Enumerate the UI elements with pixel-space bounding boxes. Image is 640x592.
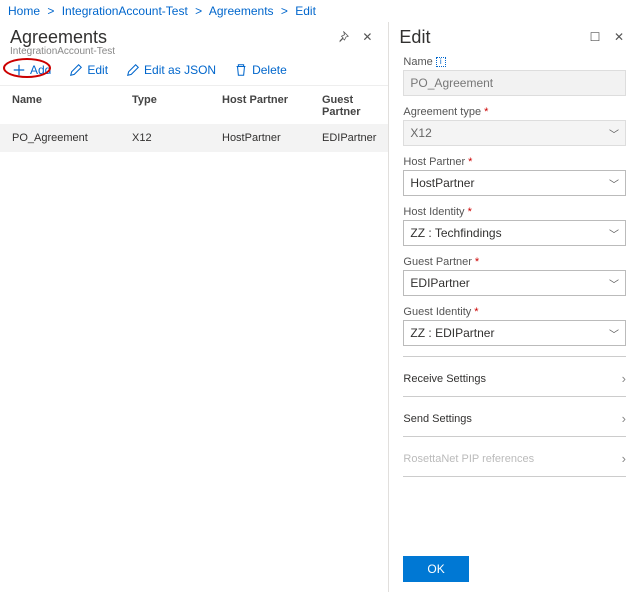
label-agreement-type: Agreement type*	[403, 106, 626, 118]
chevron-right-icon: ›	[622, 451, 626, 466]
table-row[interactable]: PO_Agreement X12 HostPartner EDIPartner	[0, 124, 388, 152]
name-field: PO_Agreement	[403, 70, 626, 96]
cell-type: X12	[132, 132, 222, 144]
agreements-subtitle: IntegrationAccount-Test	[10, 46, 115, 57]
host-partner-select[interactable]: HostPartner ﹀	[403, 170, 626, 196]
chevron-down-icon: ﹀	[609, 126, 619, 141]
chevron-down-icon: ﹀	[609, 226, 619, 241]
breadcrumb-agreements[interactable]: Agreements	[209, 4, 274, 18]
label-name: Name i	[403, 56, 626, 68]
breadcrumb: Home > IntegrationAccount-Test > Agreeme…	[0, 0, 640, 22]
cell-host: HostPartner	[222, 132, 322, 144]
chevron-down-icon: ﹀	[609, 326, 619, 341]
label-guest-partner: Guest Partner*	[403, 256, 626, 268]
send-settings-row[interactable]: Send Settings ›	[403, 397, 626, 437]
maximize-icon[interactable]: ☐	[584, 26, 606, 48]
label-host-identity: Host Identity*	[403, 206, 626, 218]
agreements-toolbar: Add Edit Edit as JSON	[0, 57, 388, 86]
chevron-down-icon: ﹀	[609, 176, 619, 191]
info-icon[interactable]: i	[436, 57, 446, 67]
pin-icon[interactable]	[332, 26, 354, 48]
col-guest[interactable]: Guest Partner	[322, 94, 376, 118]
edit-blade: Edit ☐ ✕ Name i PO_Agreement Agreement t…	[388, 22, 640, 592]
edit-title: Edit	[399, 26, 430, 48]
cell-guest: EDIPartner	[322, 132, 376, 144]
pencil-icon	[69, 63, 83, 77]
label-host-partner: Host Partner*	[403, 156, 626, 168]
agreement-type-select: X12 ﹀	[403, 120, 626, 146]
delete-button[interactable]: Delete	[226, 59, 295, 81]
breadcrumb-edit[interactable]: Edit	[295, 4, 316, 18]
close-icon[interactable]: ✕	[608, 26, 630, 48]
chevron-right-icon: ›	[622, 371, 626, 386]
trash-icon	[234, 63, 248, 77]
chevron-right-icon: ›	[622, 411, 626, 426]
breadcrumb-home[interactable]: Home	[8, 4, 40, 18]
rosetta-row: RosettaNet PIP references ›	[403, 437, 626, 477]
chevron-down-icon: ﹀	[609, 276, 619, 291]
edit-button[interactable]: Edit	[61, 59, 116, 81]
ok-button[interactable]: OK	[403, 556, 468, 582]
col-name[interactable]: Name	[12, 94, 132, 118]
col-host[interactable]: Host Partner	[222, 94, 322, 118]
label-guest-identity: Guest Identity*	[403, 306, 626, 318]
agreements-title: Agreements	[10, 26, 115, 48]
host-identity-select[interactable]: ZZ : Techfindings ﹀	[403, 220, 626, 246]
cell-name: PO_Agreement	[12, 132, 132, 144]
col-type[interactable]: Type	[132, 94, 222, 118]
guest-identity-select[interactable]: ZZ : EDIPartner ﹀	[403, 320, 626, 346]
guest-partner-select[interactable]: EDIPartner ﹀	[403, 270, 626, 296]
agreements-blade: Agreements IntegrationAccount-Test ✕ Add	[0, 22, 388, 592]
close-icon[interactable]: ✕	[356, 26, 378, 48]
receive-settings-row[interactable]: Receive Settings ›	[403, 357, 626, 397]
plus-icon	[12, 63, 26, 77]
breadcrumb-account[interactable]: IntegrationAccount-Test	[62, 4, 188, 18]
pencil-icon	[126, 63, 140, 77]
edit-json-button[interactable]: Edit as JSON	[118, 59, 224, 81]
table-header: Name Type Host Partner Guest Partner	[0, 86, 388, 124]
add-button[interactable]: Add	[4, 59, 59, 81]
